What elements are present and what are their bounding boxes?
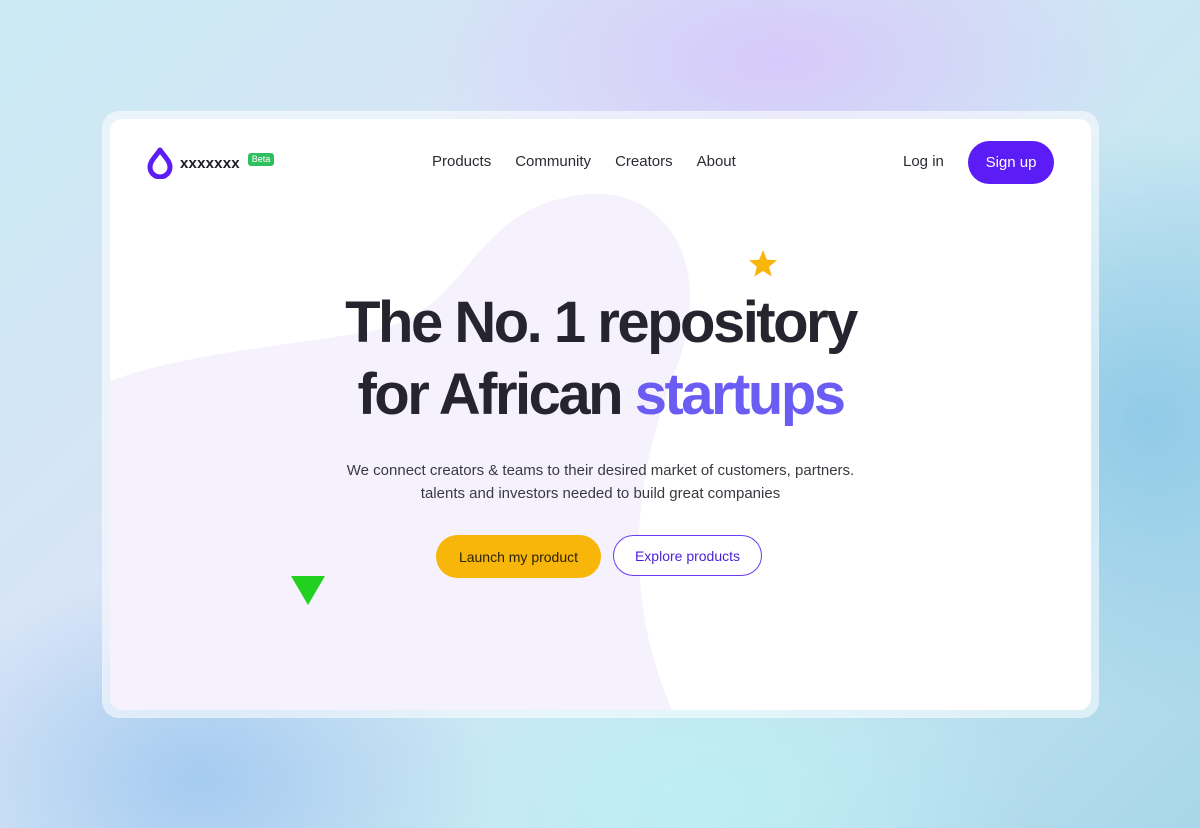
triangle-icon: [291, 576, 325, 605]
hero-title-line1: The No. 1 repository: [345, 290, 858, 355]
login-link[interactable]: Log in: [903, 153, 944, 170]
nav-item-creators[interactable]: Creators: [615, 153, 673, 170]
explore-products-button[interactable]: Explore products: [613, 535, 762, 576]
nav-item-community[interactable]: Community: [515, 153, 591, 170]
hero-title-line2: for African: [357, 362, 635, 427]
launch-product-button[interactable]: Launch my product: [436, 535, 601, 578]
hero-subtitle: We connect creators & teams to their des…: [110, 459, 1091, 505]
nav-item-products[interactable]: Products: [432, 153, 491, 170]
hero-title: The No. 1 repository for African startup…: [110, 287, 1091, 431]
brand-logo[interactable]: xxxxxxx Beta: [146, 147, 275, 179]
drop-logo-icon: [147, 147, 173, 179]
hero-subtitle-line2: talents and investors needed to build gr…: [420, 485, 781, 502]
beta-badge: Beta: [247, 152, 275, 166]
main-nav: Products Community Creators About: [432, 153, 736, 170]
landing-page-card: xxxxxxx Beta Products Community Creators…: [110, 119, 1091, 710]
hero-title-accent: startups: [634, 362, 846, 427]
signup-button[interactable]: Sign up: [968, 141, 1054, 184]
nav-item-about[interactable]: About: [697, 153, 736, 170]
brand-name: xxxxxxx: [180, 154, 240, 172]
hero-subtitle-line1: We connect creators & teams to their des…: [346, 462, 855, 479]
star-icon: [749, 250, 777, 277]
